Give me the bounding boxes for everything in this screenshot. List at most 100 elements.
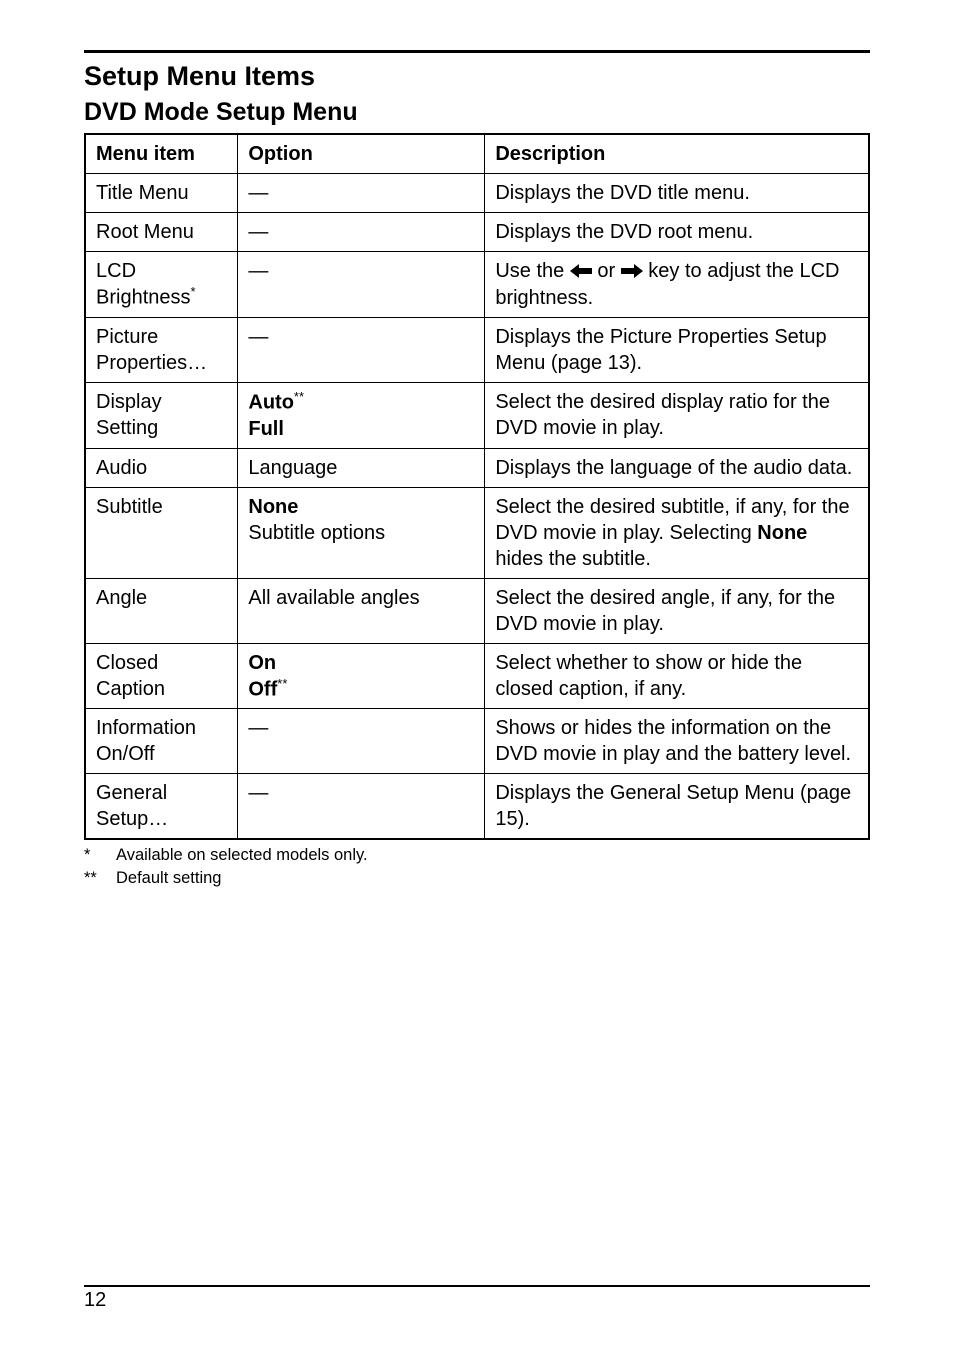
footnote-text: Default setting	[116, 869, 221, 888]
table-row: Root Menu — Displays the DVD root menu.	[85, 213, 869, 252]
text-segment: Displays the General Setup Menu (page 15…	[495, 782, 851, 830]
table-row: General Setup… — Displays the General Setu…	[85, 774, 869, 840]
col-menu-item: Menu item	[85, 134, 238, 174]
text-segment: None	[248, 496, 298, 518]
text-segment: Audio	[96, 457, 147, 479]
cell-menu-item: Audio	[85, 448, 238, 487]
cell-option: All available angles	[238, 578, 485, 643]
text-segment: All available angles	[248, 587, 419, 609]
text-segment: Displays the Picture Properties Setup Me…	[495, 326, 826, 374]
text-segment: Title Menu	[96, 182, 189, 204]
cell-description: Select the desired subtitle, if any, for…	[485, 487, 869, 578]
text-segment: Displays the DVD root menu.	[495, 221, 753, 243]
table-row: LCD Brightness* — Use the or key to adjust…	[85, 252, 869, 318]
text-segment: **	[294, 389, 304, 404]
cell-menu-item: Closed Caption	[85, 643, 238, 709]
cell-menu-item: Root Menu	[85, 213, 238, 252]
col-option: Option	[238, 134, 485, 174]
cell-option: —	[238, 252, 485, 318]
text-segment: LCD Brightness	[96, 260, 191, 309]
text-segment: hides the subtitle.	[495, 548, 651, 570]
text-segment: *	[191, 284, 196, 299]
cell-description: Select the desired angle, if any, for th…	[485, 578, 869, 643]
cell-description: Use the or key to adjust the LCD brightn…	[485, 252, 869, 318]
cell-option: —	[238, 709, 485, 774]
cell-option: —	[238, 318, 485, 383]
footnote-mark: **	[84, 869, 116, 888]
arrow-right-icon	[621, 259, 643, 285]
text-segment: Picture Properties…	[96, 326, 207, 374]
cell-menu-item: Picture Properties…	[85, 318, 238, 383]
cell-option: Language	[238, 448, 485, 487]
cell-menu-item: General Setup…	[85, 774, 238, 840]
cell-description: Select the desired display ratio for the…	[485, 383, 869, 449]
text-segment: Use the	[495, 260, 569, 282]
text-segment: Select whether to show or hide the close…	[495, 652, 802, 700]
text-segment: Full	[248, 418, 284, 440]
table-row: Display Setting Auto** Full Select the desi…	[85, 383, 869, 449]
page-footer: 12	[84, 1285, 870, 1312]
cell-menu-item: Angle	[85, 578, 238, 643]
table-row: Closed Caption On Off** Select whether to s…	[85, 643, 869, 709]
text-segment: —	[248, 221, 268, 243]
cell-option: None Subtitle options	[238, 487, 485, 578]
cell-description: Shows or hides the information on the DV…	[485, 709, 869, 774]
page-number: 12	[84, 1289, 870, 1312]
footnote-text: Available on selected models only.	[116, 846, 368, 865]
table-row: Information On/Off — Shows or hides the in…	[85, 709, 869, 774]
cell-option: —	[238, 174, 485, 213]
cell-menu-item: Display Setting	[85, 383, 238, 449]
heading-setup-menu-items: Setup Menu Items	[84, 61, 870, 92]
cell-description: Displays the language of the audio data.	[485, 448, 869, 487]
text-segment: —	[248, 326, 268, 348]
cell-description: Displays the Picture Properties Setup Me…	[485, 318, 869, 383]
text-segment: —	[248, 182, 268, 204]
table-row: Picture Properties… — Displays the Picture…	[85, 318, 869, 383]
text-segment: Shows or hides the information on the DV…	[495, 717, 851, 765]
text-segment: —	[248, 717, 268, 739]
cell-menu-item: LCD Brightness*	[85, 252, 238, 318]
cell-description: Displays the DVD root menu.	[485, 213, 869, 252]
table-row: Audio Language Displays the language of th…	[85, 448, 869, 487]
cell-option: Auto** Full	[238, 383, 485, 449]
footnote-mark: *	[84, 846, 116, 865]
text-segment: On	[248, 652, 276, 674]
cell-description: Displays the General Setup Menu (page 15…	[485, 774, 869, 840]
text-segment: Off	[248, 678, 277, 700]
table-row: Title Menu — Displays the DVD title menu.	[85, 174, 869, 213]
text-segment: Displays the DVD title menu.	[495, 182, 750, 204]
arrow-left-icon	[570, 259, 592, 285]
footnote-row: *Available on selected models only.	[84, 846, 870, 865]
text-segment: **	[277, 676, 287, 691]
cell-option: —	[238, 774, 485, 840]
text-segment: or	[592, 260, 621, 282]
cell-option: —	[238, 213, 485, 252]
setup-menu-table: Menu item Option Description Title Menu —…	[84, 133, 870, 840]
text-segment: Select the desired angle, if any, for th…	[495, 587, 835, 635]
text-segment: Information On/Off	[96, 717, 196, 765]
text-segment: —	[248, 782, 268, 804]
text-segment: —	[248, 260, 268, 282]
text-segment: Subtitle	[96, 496, 163, 518]
text-segment: None	[757, 522, 807, 544]
text-segment: General Setup…	[96, 782, 168, 830]
col-description: Description	[485, 134, 869, 174]
footnote-row: **Default setting	[84, 869, 870, 888]
text-segment: Displays the language of the audio data.	[495, 457, 852, 479]
table-row: Angle All available angles Select the desi…	[85, 578, 869, 643]
text-segment: Auto	[248, 392, 294, 414]
cell-menu-item: Subtitle	[85, 487, 238, 578]
text-segment: Display Setting	[96, 391, 162, 439]
table-row: Subtitle None Subtitle options Select the d…	[85, 487, 869, 578]
cell-option: On Off**	[238, 643, 485, 709]
text-segment: Closed Caption	[96, 652, 165, 700]
cell-menu-item: Title Menu	[85, 174, 238, 213]
table-header-row: Menu item Option Description	[85, 134, 869, 174]
text-segment: Subtitle options	[248, 522, 385, 544]
cell-menu-item: Information On/Off	[85, 709, 238, 774]
cell-description: Select whether to show or hide the close…	[485, 643, 869, 709]
text-segment: Select the desired display ratio for the…	[495, 391, 830, 439]
heading-dvd-mode-setup-menu: DVD Mode Setup Menu	[84, 98, 870, 127]
text-segment: Language	[248, 457, 337, 479]
cell-description: Displays the DVD title menu.	[485, 174, 869, 213]
